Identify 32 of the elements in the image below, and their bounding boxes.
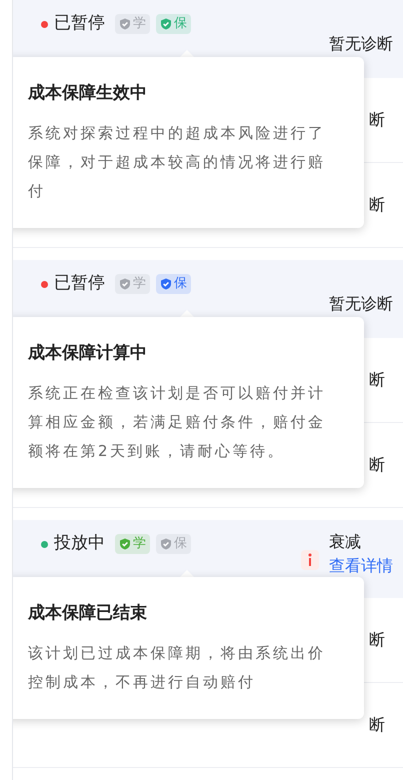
status-text: 已暂停 [54,272,105,296]
tooltip-body: 该计划已过成本保障期，将由系统出价控制成本，不再进行自动赔付 [28,642,326,692]
tag: 学 [115,274,150,294]
diagnosis-text: 暂无诊断 [329,33,393,55]
diagnosis-text: 断 [369,194,385,216]
tooltip-title: 成本保障已结束 [28,602,148,625]
diagnosis-text: 断 [369,629,385,651]
shield-check-icon [160,278,172,290]
tooltip-body: 系统正在检查该计划是否可以赔付并计算相应金额，若满足赔付条件，赔付金额将在第2天到账，请耐心等待。 [28,382,326,462]
shield-check-icon [119,278,131,290]
tooltip-title: 成本保障生效中 [28,82,148,105]
status-text: 已暂停 [54,12,105,36]
view-details-link[interactable]: 查看详情 [329,554,393,578]
diagnosis-text: 衰减 [329,531,362,553]
diagnosis-text: 暂无诊断 [329,293,393,315]
tag: 保 [156,534,191,554]
shield-check-icon [119,18,131,30]
tag: 保 [156,274,191,294]
tooltip-title: 成本保障计算中 [28,342,148,365]
diagnosis-text: 断 [369,714,385,736]
status-text: 投放中 [54,532,105,556]
warning-icon [301,550,319,570]
shield-check-icon [160,18,172,30]
shield-check-icon [160,538,172,550]
tooltip-body: 系统对探索过程中的超成本风险进行了保障，对于超成本较高的情况将进行赔付 [28,122,326,202]
diagnosis-text: 断 [369,369,385,391]
tag: 学 [115,534,150,554]
tag: 保 [156,14,191,34]
diagnosis-text: 断 [369,454,385,476]
tag: 学 [115,14,150,34]
shield-check-icon [119,538,131,550]
diagnosis-text: 断 [369,109,385,131]
